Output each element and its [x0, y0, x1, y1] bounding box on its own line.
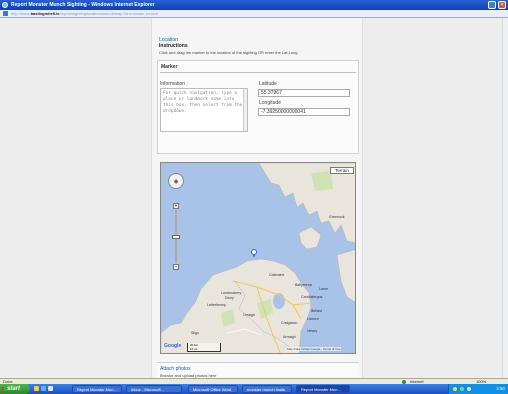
land-galloway — [336, 249, 355, 303]
pan-arrows-icon: ◆ — [173, 179, 179, 185]
task-button[interactable]: monster munch finals — [242, 385, 292, 393]
report-form: Location Instructions Click and drag the… — [151, 18, 363, 384]
tray-icon[interactable] — [460, 387, 464, 391]
page-scrollbar[interactable] — [502, 18, 508, 384]
information-textarea[interactable]: For quick navigation, type a place or la… — [160, 88, 248, 132]
zoom-out-button[interactable]: − — [173, 264, 179, 270]
map-attribution[interactable]: Map Data ©2012 Google - Terms of Use — [287, 347, 341, 351]
tray-icon[interactable] — [467, 387, 471, 391]
map-label: Lisburn — [307, 317, 319, 321]
map-label: Omagh — [243, 313, 255, 317]
map-label: Ballymena — [295, 283, 312, 287]
map-label: Greenock — [329, 215, 345, 219]
longitude-input[interactable]: -7.39250000000041 — [258, 108, 350, 116]
ie-icon — [2, 2, 8, 8]
minimize-button[interactable] — [488, 1, 496, 9]
divider — [160, 72, 356, 73]
instructions-text: Click and drag the marker to the locatio… — [159, 50, 298, 55]
task-button[interactable]: Report Monster Mun... — [72, 385, 122, 393]
marker-title: Marker — [161, 64, 178, 70]
address-bar: http://www.baslingmhell.ie/report/sighti… — [0, 10, 508, 18]
instructions-heading: Instructions — [159, 43, 188, 49]
scale-mi: 10 mi — [190, 347, 198, 351]
zoom-slider-handle[interactable] — [172, 235, 180, 239]
taskbar: start Report Monster Mun... Inbox - Micr… — [0, 384, 508, 394]
tray-icon[interactable] — [453, 387, 457, 391]
map-label: Letterkenny — [207, 303, 226, 307]
latitude-label: Latitude : — [259, 81, 280, 87]
url-rest: /report/sighting/location/submit/map?id=… — [59, 11, 159, 16]
quicklaunch-folder-icon[interactable] — [34, 386, 39, 391]
map-label: Larne — [319, 287, 329, 291]
map-label: Carrickfergus — [301, 295, 323, 299]
attach-photos-title: Attach photos — [160, 366, 191, 372]
quicklaunch-ie-icon[interactable] — [41, 386, 46, 391]
land-isle — [298, 226, 322, 250]
url-domain: baslingmhell.ie — [30, 11, 60, 16]
map-label: Londonderry — [221, 291, 242, 295]
address-input[interactable]: http://www.baslingmhell.ie/report/sighti… — [11, 11, 231, 17]
map-scale-bar: 20 km 10 mi — [187, 343, 221, 352]
windows-flag-icon — [2, 387, 6, 391]
information-label: Information : — [160, 81, 188, 87]
page-icon — [3, 11, 8, 16]
land-ireland — [161, 258, 312, 353]
longitude-label: Longitude — [259, 100, 281, 106]
zoom-in-button[interactable]: + — [173, 203, 179, 209]
map-terrain — [161, 163, 355, 353]
map-label: Belfast — [311, 309, 322, 313]
map-label: Armagh — [283, 335, 296, 339]
location-marker-icon[interactable] — [251, 249, 257, 258]
latitude-input[interactable]: 55.37967 — [258, 89, 350, 97]
start-button[interactable]: start — [0, 384, 30, 394]
pan-control[interactable]: ◆ — [168, 173, 184, 189]
task-button[interactable]: Inbox - Microsoft... — [126, 385, 182, 393]
task-button[interactable]: Microsoft Office Word — [188, 385, 238, 393]
textarea-scrollbar[interactable] — [243, 89, 247, 131]
marker-section: Marker Information : For quick navigatio… — [157, 60, 359, 154]
window-title: Report Monster Munch Sighting - Windows … — [11, 2, 155, 8]
title-bar: Report Monster Munch Sighting - Windows … — [0, 0, 508, 10]
map-label: Craigavon — [281, 321, 298, 325]
clock[interactable]: 3:50 — [496, 384, 505, 394]
quicklaunch-desktop-icon[interactable] — [48, 386, 53, 391]
page-viewport: Location Instructions Click and drag the… — [0, 18, 508, 384]
map-label: Newry — [307, 329, 318, 333]
url-prefix: http://www. — [11, 11, 31, 16]
map-label: Coleraine — [269, 273, 285, 277]
task-button-active[interactable]: Report Monster Mun... — [296, 385, 350, 393]
location-map[interactable]: Terrain ◆ + − Greenock Coleraine Londond… — [160, 162, 356, 354]
terrain-button[interactable]: Terrain — [330, 167, 354, 174]
information-placeholder: For quick navigation, type a place or la… — [163, 91, 243, 114]
map-label: Derry — [225, 296, 234, 300]
start-label: start — [7, 386, 21, 392]
map-label: Sligo — [191, 331, 199, 335]
close-button[interactable]: ✕ — [498, 1, 506, 9]
system-tray: 3:50 — [448, 384, 508, 394]
google-logo[interactable]: Google — [164, 343, 181, 349]
